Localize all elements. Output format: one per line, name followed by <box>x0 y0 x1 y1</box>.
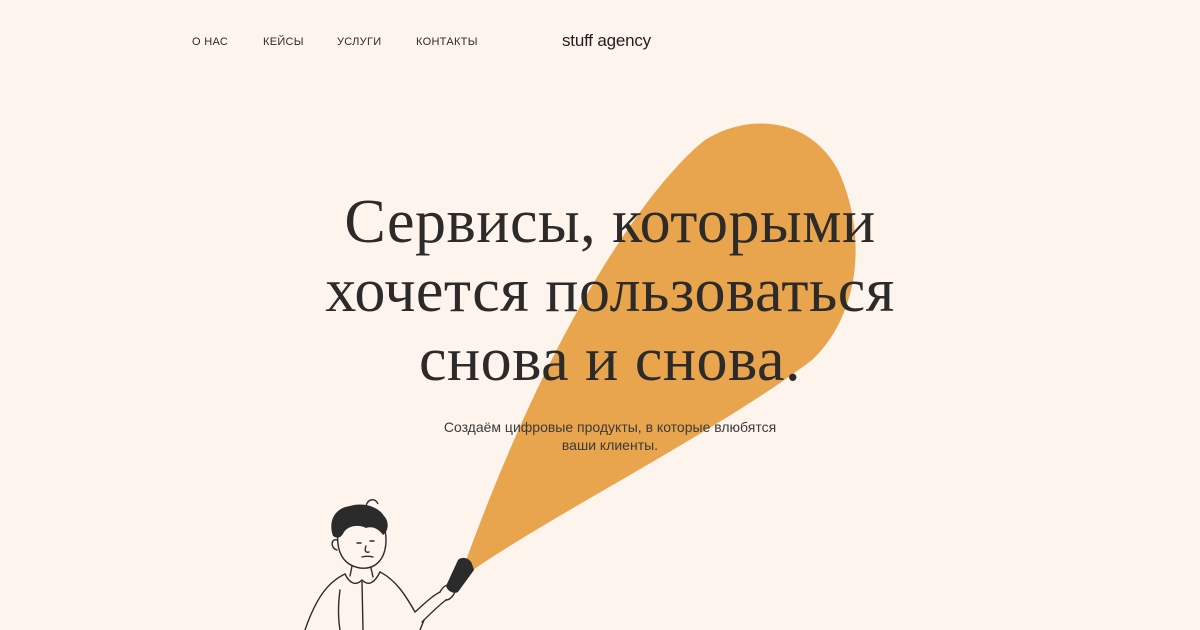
landing-page: О НАС КЕЙСЫ УСЛУГИ КОНТАКТЫ stuff agency… <box>0 0 1200 630</box>
flashlight-icon <box>446 557 474 593</box>
hair <box>331 504 388 538</box>
neck <box>349 565 353 577</box>
mouth <box>361 555 374 558</box>
person-with-flashlight-illustration <box>304 499 474 630</box>
nose <box>364 545 370 553</box>
ear <box>331 539 338 551</box>
